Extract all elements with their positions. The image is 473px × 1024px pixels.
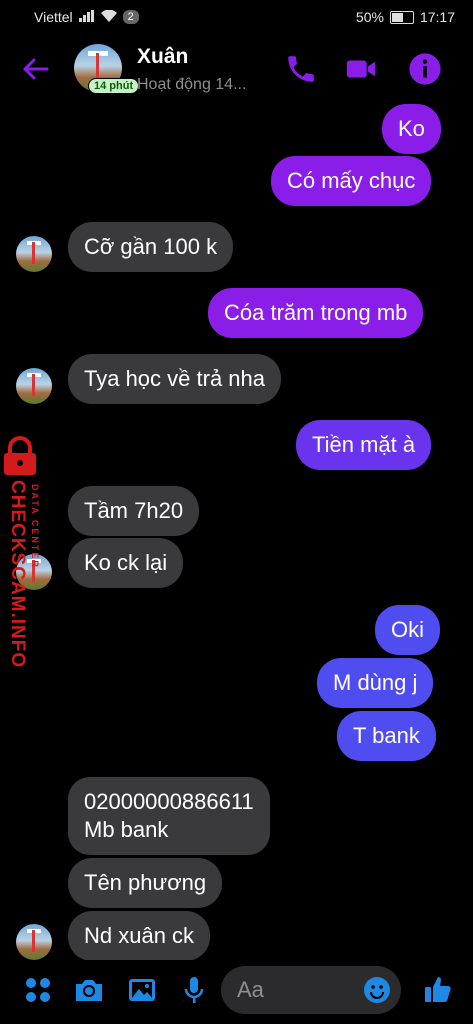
message-outgoing[interactable]: Ko [382,104,441,154]
video-call-icon[interactable] [344,52,378,86]
watermark-subtext: DATA CENTER [30,484,40,569]
message-input-box[interactable] [221,966,401,1014]
sender-avatar [16,368,52,404]
microphone-icon[interactable] [178,974,210,1006]
message-incoming[interactable]: Tầm 7h20 [68,486,200,536]
message-incoming[interactable]: Cỡ gần 100 k [68,222,234,272]
active-time-badge: 14 phút [88,78,140,94]
sender-avatar [16,924,52,960]
battery-icon [389,10,414,24]
contact-name[interactable]: Xuân [137,45,188,69]
camera-icon[interactable] [73,974,105,1006]
chat-header: 14 phút Xuân Hoạt động 14... [0,34,473,104]
message-input[interactable] [235,974,359,1006]
message-outgoing[interactable]: Tiền mặt à [296,420,432,470]
notification-badge: 2 [122,10,139,24]
watermark: CHECKSCAM.INFO DATA CENTER [0,436,52,676]
message-incoming[interactable]: Nd xuân ck [68,911,211,961]
phone-call-icon[interactable] [284,52,318,86]
emoji-icon[interactable] [363,976,391,1004]
sender-avatar [16,236,52,272]
message-outgoing[interactable]: M dùng j [317,658,434,708]
composer-bar [0,960,473,1024]
info-icon[interactable] [408,52,442,86]
message-incoming[interactable]: 02000000886611 Mb bank [68,777,270,855]
status-bar: Viettel 2 50% 17:17 [0,0,473,34]
message-outgoing[interactable]: T bank [337,711,436,761]
message-outgoing[interactable]: Oki [375,605,440,655]
battery-percent: 50% [355,9,384,25]
watermark-text: CHECKSCAM.INFO [7,480,28,669]
back-arrow-icon[interactable] [20,54,50,84]
carrier-name: Viettel [34,9,73,25]
message-incoming[interactable]: Tya học về trả nha [68,354,281,404]
lock-icon [4,436,36,475]
message-incoming[interactable]: Ko ck lại [68,538,184,588]
wifi-icon [100,9,117,25]
like-thumb-icon[interactable] [422,974,454,1006]
message-outgoing[interactable]: Cóa trăm trong mb [208,288,424,338]
clock: 17:17 [419,9,455,25]
gallery-icon[interactable] [126,974,158,1006]
message-incoming[interactable]: Tên phương [68,858,223,908]
more-apps-icon[interactable] [22,974,54,1006]
signal-icon [78,9,95,25]
message-outgoing[interactable]: Có mấy chục [271,156,432,206]
active-status: Hoạt động 14... [137,76,247,93]
